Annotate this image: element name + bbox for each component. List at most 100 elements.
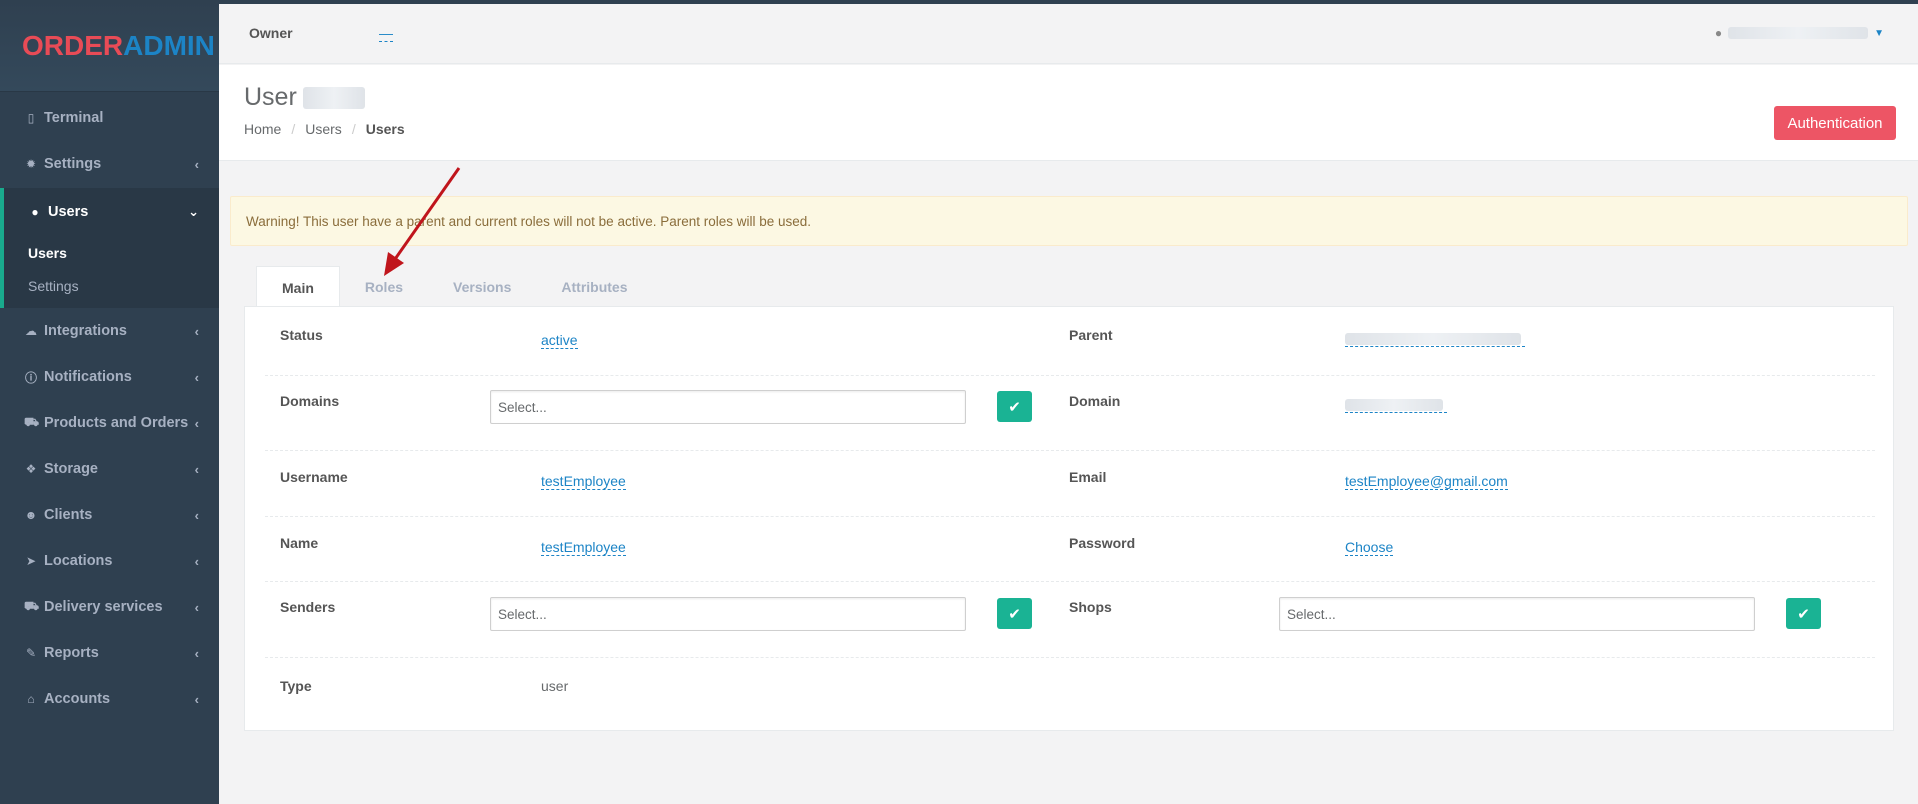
domain-label: Domain [1069,393,1121,409]
chevron-left-icon: ‹ [194,415,199,431]
authentication-button[interactable]: Authentication [1774,106,1896,140]
users-icon: ☻ [24,508,38,522]
senders-select[interactable]: Select... [490,597,966,631]
sidebar-item-label: Storage [44,461,98,477]
sidebar-nav: ▯ Terminal ✹ Settings ‹ ● Users ⌄ Users … [0,95,219,722]
chevron-left-icon: ‹ [194,156,199,172]
sidebar-item-products-and-orders[interactable]: ⛟ Products and Orders ‹ [0,400,219,446]
chevron-down-icon: ⌄ [188,204,199,219]
gear-icon: ✹ [25,157,37,171]
name-value[interactable]: testEmployee [541,539,626,556]
chevron-left-icon: ‹ [194,507,199,523]
chevron-left-icon: ‹ [194,323,199,339]
email-label: Email [1069,469,1107,485]
cubes-icon: ❖ [25,462,37,476]
tab-main[interactable]: Main [256,266,340,308]
logo-part-admin: ADMIN [123,29,215,61]
user-icon: ● [1714,26,1723,40]
sidebar: ORDER ADMIN ▯ Terminal ✹ Settings ‹ ● Use… [0,0,219,804]
wrench-icon: ✎ [25,646,37,660]
redacted-user-id [302,86,365,109]
user-icon: ● [31,205,39,219]
sidebar-subitem-settings[interactable]: Settings [4,269,219,302]
senders-save-button[interactable]: ✔ [997,598,1032,629]
sidebar-item-integrations[interactable]: ☁ Integrations ‹ [0,308,219,354]
sidebar-item-terminal[interactable]: ▯ Terminal [0,95,219,141]
chevron-left-icon: ‹ [194,461,199,477]
chevron-left-icon: ‹ [194,691,199,707]
sidebar-item-settings[interactable]: ✹ Settings ‹ [0,141,219,187]
password-label: Password [1069,535,1136,551]
tablet-icon: ▯ [27,111,35,125]
chevron-left-icon: ‹ [194,553,199,569]
domains-save-button[interactable]: ✔ [997,391,1032,422]
redacted-username [1728,27,1869,39]
sidebar-item-label: Accounts [44,691,111,707]
main-tab-panel: Status active Parent Domains Select... ✔… [244,306,1894,731]
domain-value[interactable] [1345,398,1447,413]
status-value[interactable]: active [541,332,578,349]
sidebar-item-notifications[interactable]: ⓘ Notifications ‹ [0,354,219,400]
sidebar-item-locations[interactable]: ➤ Locations ‹ [0,538,219,584]
brand-logo[interactable]: ORDER ADMIN [0,0,219,92]
breadcrumb-separator: / [351,121,356,137]
page-heading: User Home / Users / Users Authentication [219,65,1918,161]
check-icon: ✔ [1008,605,1021,623]
status-label: Status [280,327,323,343]
redacted-parent [1345,333,1521,345]
password-choose-link[interactable]: Choose [1345,539,1394,556]
sidebar-submenu-users: Users Settings [0,236,219,308]
sidebar-item-clients[interactable]: ☻ Clients ‹ [0,492,219,538]
sidebar-item-label: Notifications [44,369,132,385]
email-value[interactable]: testEmployee@gmail.com [1345,473,1508,490]
chevron-left-icon: ‹ [194,599,199,615]
cloud-icon: ☁ [25,324,37,338]
sidebar-item-label: Integrations [44,323,127,339]
cart-icon: ⛟ [24,415,40,429]
type-value: user [541,678,569,694]
breadcrumb-users[interactable]: Users [305,121,342,137]
sidebar-item-label: Settings [44,156,102,172]
breadcrumb-separator: / [291,121,296,137]
domains-select[interactable]: Select... [490,390,966,424]
shops-save-button[interactable]: ✔ [1786,598,1821,629]
redacted-domain [1345,399,1443,411]
sidebar-item-accounts[interactable]: ⌂ Accounts ‹ [0,676,219,722]
owner-label: Owner [249,25,293,41]
sidebar-item-label: Users [48,204,89,220]
page-title-text: User [244,83,297,111]
parent-label: Parent [1069,327,1113,343]
parent-value[interactable] [1345,332,1525,347]
form-row-name: Name testEmployee Password Choose [265,517,1875,582]
username-value[interactable]: testEmployee [541,473,626,490]
owner-selector[interactable]: — [379,25,393,42]
bank-icon: ⌂ [27,692,35,706]
form-row-domains: Domains Select... ✔ Domain [265,376,1875,451]
sidebar-item-storage[interactable]: ❖ Storage ‹ [0,446,219,492]
breadcrumb: Home / Users / Users [244,121,405,137]
top-navbar: Owner — ● ▼ [219,4,1918,64]
info-icon: ⓘ [24,370,37,385]
sidebar-item-users[interactable]: ● Users ⌄ [0,188,219,236]
username-label: Username [280,469,348,485]
sidebar-subitem-users[interactable]: Users [4,236,219,269]
senders-label: Senders [280,599,336,615]
location-arrow-icon: ➤ [25,554,37,568]
chevron-left-icon: ‹ [194,645,199,661]
breadcrumb-home[interactable]: Home [244,121,281,137]
tab-attributes[interactable]: Attributes [536,267,652,307]
warning-alert: Warning! This user have a parent and cur… [230,196,1908,246]
check-icon: ✔ [1797,605,1810,623]
check-icon: ✔ [1008,398,1021,416]
type-label: Type [280,678,312,694]
form-row-senders: Senders Select... ✔ Shops Select... ✔ [265,582,1875,658]
sidebar-item-label: Delivery services [44,599,163,615]
sidebar-item-label: Reports [44,645,99,661]
shops-select[interactable]: Select... [1279,597,1755,631]
sidebar-item-label: Locations [44,553,113,569]
sidebar-item-reports[interactable]: ✎ Reports ‹ [0,630,219,676]
sidebar-item-delivery-services[interactable]: ⛟ Delivery services ‹ [0,584,219,630]
page-title: User [244,83,365,112]
user-menu[interactable]: ● ▼ [1715,26,1884,40]
sidebar-item-label: Terminal [44,110,104,126]
